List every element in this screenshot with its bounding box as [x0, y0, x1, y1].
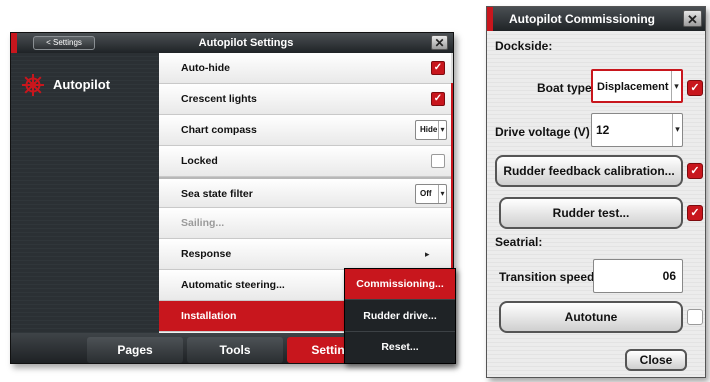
close-button[interactable]: Close: [625, 349, 687, 371]
dropdown-arrow-icon: ▾: [438, 121, 446, 139]
commissioning-window-title: Autopilot Commissioning: [509, 12, 655, 26]
drive-voltage-label: Drive voltage (V): [495, 125, 590, 139]
drive-voltage-value: 12: [596, 123, 610, 137]
menu-item-rudder-drive[interactable]: Rudder drive...: [345, 301, 455, 332]
chart-compass-dropdown[interactable]: Hide ▾: [415, 120, 447, 140]
rudder-feedback-calibration-button[interactable]: Rudder feedback calibration...: [495, 155, 683, 187]
transition-speed-value: 06: [662, 269, 676, 283]
title-accent-bar: [487, 7, 493, 31]
installation-popup-menu: Commissioning... Rudder drive... Reset..…: [344, 268, 456, 364]
row-label: Auto-hide: [181, 62, 230, 74]
drive-voltage-dropdown[interactable]: 12 ▾: [591, 113, 683, 147]
row-label: Chart compass: [181, 124, 257, 136]
rudder-test-checkbox[interactable]: ✓: [687, 205, 703, 221]
list-item-sea-state-filter[interactable]: Sea state filter Off ▾: [159, 177, 451, 208]
row-label: Locked: [181, 155, 218, 167]
commissioning-title-bar: Autopilot Commissioning ✕: [487, 7, 705, 31]
back-to-settings-button[interactable]: < Settings: [33, 36, 95, 50]
boat-type-label: Boat type: [537, 81, 592, 95]
tab-pages[interactable]: Pages: [87, 337, 183, 363]
rudder-test-button[interactable]: Rudder test...: [499, 197, 683, 229]
row-label: Automatic steering...: [181, 279, 285, 291]
sea-state-filter-dropdown[interactable]: Off ▾: [415, 184, 447, 204]
dropdown-arrow-icon: ▾: [671, 71, 681, 101]
dropdown-arrow-icon: ▾: [438, 185, 446, 203]
dropdown-value: Off: [420, 189, 432, 198]
row-label: Crescent lights: [181, 93, 257, 105]
settings-window-title: Autopilot Settings: [198, 37, 294, 49]
dockside-heading: Dockside:: [495, 39, 553, 53]
autotune-button[interactable]: Autotune: [499, 301, 683, 333]
transition-speed-field[interactable]: 06: [593, 259, 683, 293]
chevron-right-icon: ▸: [425, 249, 430, 259]
dropdown-arrow-icon: ▾: [672, 114, 682, 146]
menu-item-reset[interactable]: Reset...: [345, 332, 455, 363]
transition-speed-label: Transition speed: [499, 270, 595, 284]
auto-hide-checkbox[interactable]: ✓: [431, 61, 445, 75]
title-accent-bar: [11, 33, 17, 53]
close-icon[interactable]: ✕: [683, 10, 702, 27]
close-icon[interactable]: ✕: [431, 35, 448, 50]
rudder-feedback-checkbox[interactable]: ✓: [687, 163, 703, 179]
sidebar-item-autopilot[interactable]: Autopilot: [21, 73, 151, 97]
list-item-locked[interactable]: Locked: [159, 146, 451, 177]
row-label: Installation: [181, 310, 237, 322]
autopilot-commissioning-window: Autopilot Commissioning ✕ Dockside: Boat…: [486, 6, 706, 378]
seatrial-heading: Seatrial:: [495, 235, 543, 249]
dropdown-value: Hide: [420, 125, 438, 134]
boat-type-dropdown[interactable]: Displacement ▾: [591, 69, 683, 103]
menu-item-commissioning[interactable]: Commissioning...: [345, 269, 455, 300]
settings-title-bar: < Settings Autopilot Settings ✕: [11, 33, 453, 53]
list-item-sailing: Sailing...: [159, 208, 451, 239]
helm-icon: [22, 74, 44, 96]
locked-checkbox[interactable]: [431, 154, 445, 168]
list-item-auto-hide[interactable]: Auto-hide ✓: [159, 53, 451, 84]
settings-sidebar: Autopilot: [11, 53, 159, 333]
row-label: Sailing...: [181, 217, 225, 229]
crescent-lights-checkbox[interactable]: ✓: [431, 92, 445, 106]
row-label: Response: [181, 248, 232, 260]
row-label: Sea state filter: [181, 188, 253, 200]
list-item-crescent-lights[interactable]: Crescent lights ✓: [159, 84, 451, 115]
boat-type-checkbox[interactable]: ✓: [687, 80, 703, 96]
autotune-checkbox[interactable]: [687, 309, 703, 325]
list-item-response[interactable]: Response ▸: [159, 239, 451, 270]
tab-tools[interactable]: Tools: [187, 337, 283, 363]
boat-type-value: Displacement: [597, 81, 669, 93]
sidebar-item-label: Autopilot: [53, 77, 111, 92]
list-item-chart-compass[interactable]: Chart compass Hide ▾: [159, 115, 451, 146]
